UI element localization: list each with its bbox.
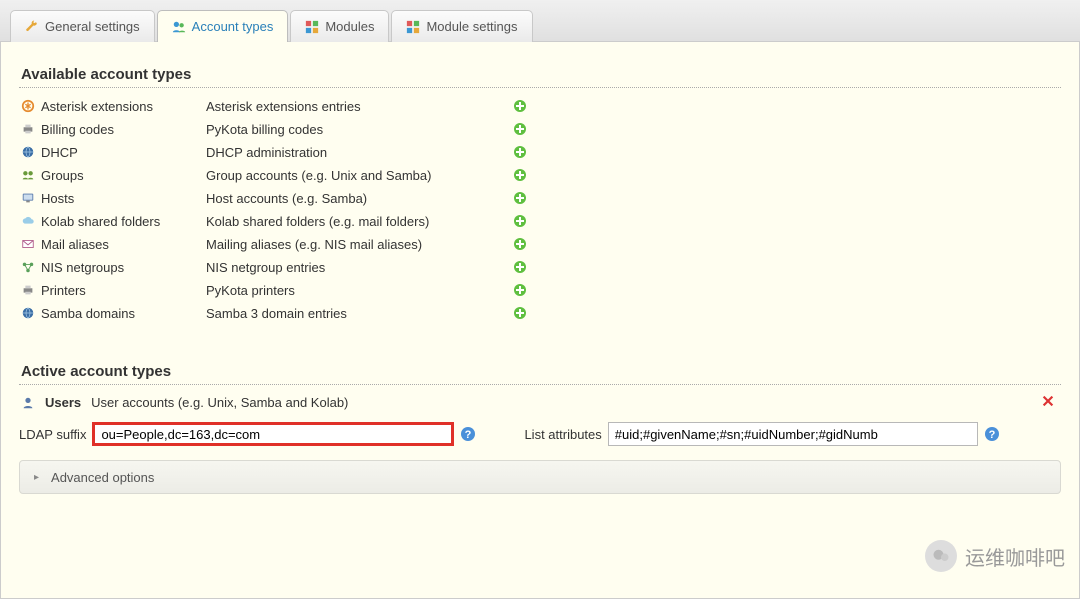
type-name-text: Samba domains <box>41 306 135 321</box>
ldap-suffix-input[interactable] <box>92 422 454 446</box>
plus-icon <box>512 305 528 321</box>
section-available-title: Available account types <box>19 60 1061 88</box>
settings-form-row: LDAP suffix List attributes <box>19 422 1061 446</box>
tab-account-types[interactable]: Account types <box>157 10 289 42</box>
host-icon <box>21 191 35 205</box>
help-icon[interactable] <box>984 426 1000 442</box>
tab-general-settings[interactable]: General settings <box>10 10 155 42</box>
type-name-text: Kolab shared folders <box>41 214 160 229</box>
ldap-suffix-label: LDAP suffix <box>19 427 86 442</box>
remove-icon <box>1041 394 1055 408</box>
chevron-right-icon: ▸ <box>34 472 39 483</box>
printer-icon <box>21 283 35 297</box>
wechat-icon <box>925 540 957 572</box>
plus-icon <box>512 121 528 137</box>
plus-icon <box>512 213 528 229</box>
available-type-name: Samba domains <box>21 306 206 321</box>
cloud-icon <box>21 214 35 228</box>
tab-label: General settings <box>45 19 140 34</box>
list-attributes-input[interactable] <box>608 422 978 446</box>
type-name-text: DHCP <box>41 145 78 160</box>
add-type-button[interactable] <box>506 236 534 252</box>
active-type-row: Users User accounts (e.g. Unix, Samba an… <box>21 395 1061 410</box>
add-type-button[interactable] <box>506 259 534 275</box>
plus-icon <box>512 282 528 298</box>
tab-content: Available account types Asterisk extensi… <box>0 42 1080 599</box>
available-type-desc: Asterisk extensions entries <box>206 99 506 114</box>
tab-label: Module settings <box>426 19 517 34</box>
tab-label: Modules <box>325 19 374 34</box>
type-name-text: Billing codes <box>41 122 114 137</box>
available-type-desc: Host accounts (e.g. Samba) <box>206 191 506 206</box>
watermark: 运维咖啡吧 <box>925 540 1065 572</box>
watermark-text: 运维咖啡吧 <box>965 542 1065 571</box>
available-type-name: Hosts <box>21 191 206 206</box>
type-name-text: Groups <box>41 168 84 183</box>
plus-icon <box>512 98 528 114</box>
asterisk-icon <box>21 99 35 113</box>
tab-label: Account types <box>192 19 274 34</box>
users-icon <box>172 20 186 34</box>
type-name-text: Asterisk extensions <box>41 99 153 114</box>
available-type-name: Printers <box>21 283 206 298</box>
available-type-desc: Samba 3 domain entries <box>206 306 506 321</box>
available-type-desc: Mailing aliases (e.g. NIS mail aliases) <box>206 237 506 252</box>
plus-icon <box>512 190 528 206</box>
add-type-button[interactable] <box>506 121 534 137</box>
printer-icon <box>21 122 35 136</box>
available-type-desc: DHCP administration <box>206 145 506 160</box>
advanced-options-toggle[interactable]: ▸ Advanced options <box>19 460 1061 494</box>
wrench-icon <box>25 20 39 34</box>
globe-icon <box>21 306 35 320</box>
help-icon[interactable] <box>460 426 476 442</box>
available-type-name: Mail aliases <box>21 237 206 252</box>
add-type-button[interactable] <box>506 144 534 160</box>
active-type-desc: User accounts (e.g. Unix, Samba and Kola… <box>91 395 348 410</box>
available-type-desc: Kolab shared folders (e.g. mail folders) <box>206 214 506 229</box>
plus-icon <box>512 167 528 183</box>
group-icon <box>21 168 35 182</box>
type-name-text: Mail aliases <box>41 237 109 252</box>
add-type-button[interactable] <box>506 98 534 114</box>
tab-modules[interactable]: Modules <box>290 10 389 42</box>
type-name-text: NIS netgroups <box>41 260 124 275</box>
plus-icon <box>512 144 528 160</box>
add-type-button[interactable] <box>506 305 534 321</box>
add-type-button[interactable] <box>506 167 534 183</box>
available-type-desc: PyKota billing codes <box>206 122 506 137</box>
available-type-name: Billing codes <box>21 122 206 137</box>
available-types-table: Asterisk extensions Asterisk extensions e… <box>19 98 1061 321</box>
add-type-button[interactable] <box>506 213 534 229</box>
available-type-desc: NIS netgroup entries <box>206 260 506 275</box>
type-name-text: Printers <box>41 283 86 298</box>
plus-icon <box>512 259 528 275</box>
blocks-icon <box>406 20 420 34</box>
netgroup-icon <box>21 260 35 274</box>
remove-active-type-button[interactable] <box>1041 394 1055 411</box>
active-type-name: Users <box>45 395 81 410</box>
add-type-button[interactable] <box>506 282 534 298</box>
type-name-text: Hosts <box>41 191 74 206</box>
globe-icon <box>21 145 35 159</box>
list-attributes-label: List attributes <box>524 427 601 442</box>
available-type-name: Kolab shared folders <box>21 214 206 229</box>
advanced-options-label: Advanced options <box>51 470 154 485</box>
available-type-desc: PyKota printers <box>206 283 506 298</box>
mail-icon <box>21 237 35 251</box>
available-type-name: Groups <box>21 168 206 183</box>
user-icon <box>21 396 35 410</box>
available-type-name: Asterisk extensions <box>21 99 206 114</box>
available-type-desc: Group accounts (e.g. Unix and Samba) <box>206 168 506 183</box>
tab-bar: General settings Account types Modules M… <box>0 0 1080 42</box>
section-active-title: Active account types <box>19 357 1061 385</box>
available-type-name: NIS netgroups <box>21 260 206 275</box>
tab-module-settings[interactable]: Module settings <box>391 10 532 42</box>
blocks-icon <box>305 20 319 34</box>
plus-icon <box>512 236 528 252</box>
add-type-button[interactable] <box>506 190 534 206</box>
available-type-name: DHCP <box>21 145 206 160</box>
